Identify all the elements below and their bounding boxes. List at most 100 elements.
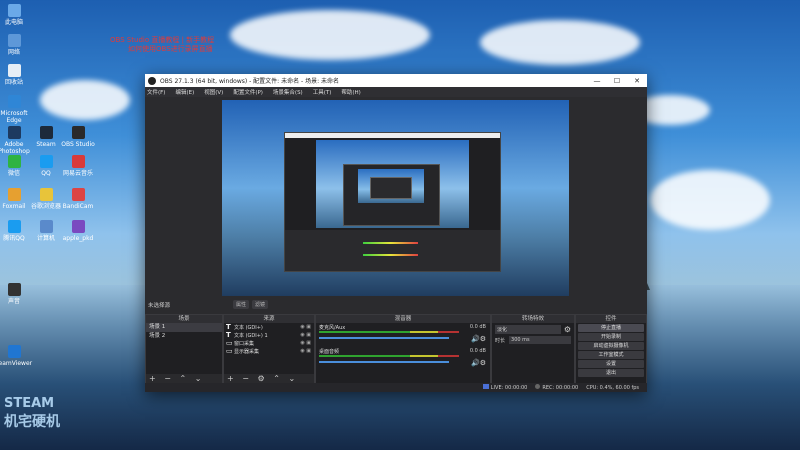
menu-item[interactable]: 文件(F): [147, 88, 165, 96]
dock-title: 混音器: [316, 315, 490, 323]
network-icon: [7, 34, 21, 47]
menu-bar: 文件(F) 编辑(E) 视图(V) 配置文件(P) 场景集合(S) 工具(T) 帮助(H): [145, 87, 647, 97]
properties-button[interactable]: 属性: [233, 300, 250, 309]
scene-item[interactable]: 场景 1: [146, 323, 222, 332]
source-type-icon: T: [226, 331, 231, 339]
source-type-icon: ▭: [226, 347, 233, 355]
desktop-icon[interactable]: Microsoft Edge: [0, 95, 34, 124]
maximize-icon[interactable]: ☐: [607, 77, 627, 85]
duration-label: 时长: [495, 337, 506, 344]
mixer-track[interactable]: 麦克风/Aux 0.0 dB 🔊⚙: [316, 323, 490, 347]
desktop-icon[interactable]: BandiCam: [58, 188, 98, 210]
cloud: [650, 170, 770, 230]
obs-window[interactable]: OBS 27.1.3 (64 bit, windows) - 配置文件: 未命名…: [145, 74, 647, 392]
close-icon[interactable]: ✕: [627, 77, 647, 85]
chrome-icon: [39, 188, 53, 201]
gear-icon[interactable]: ⚙: [564, 325, 571, 334]
recycle-bin-icon: [7, 64, 21, 77]
nested-obs-preview: [284, 132, 501, 272]
filters-button[interactable]: 滤镜: [252, 300, 269, 309]
mixer-dock: 混音器 麦克风/Aux 0.0 dB 🔊⚙ 桌面音频 0.0 dB 🔊⚙: [315, 314, 491, 385]
desktop-icon[interactable]: 回收站: [0, 64, 34, 86]
menu-item[interactable]: 编辑(E): [175, 88, 194, 96]
teamviewer-icon: [7, 345, 21, 358]
desktop-icon[interactable]: TeamViewer: [0, 345, 34, 367]
desktop-icon[interactable]: OBS Studio: [58, 126, 98, 148]
nested-obs-preview: [370, 177, 412, 199]
menu-item[interactable]: 帮助(H): [341, 88, 360, 96]
wechat-icon: [7, 155, 21, 168]
rec-icon: [535, 384, 541, 389]
scene-item[interactable]: 场景 2: [146, 332, 222, 341]
nested-obs-preview: [343, 164, 440, 226]
speaker-icon[interactable]: 🔊⚙: [471, 335, 486, 343]
desktop-icon[interactable]: 此电脑: [0, 4, 34, 26]
control-button[interactable]: 设置: [578, 360, 644, 368]
desktop-icon[interactable]: 网易云音乐: [58, 155, 98, 177]
controls-dock: 控件 停止直播 开始录制 启动虚拟摄像机 工作室模式 设置 退出: [575, 314, 647, 385]
desktop-icon[interactable]: 网络: [0, 34, 34, 56]
audio-icon: [7, 283, 21, 296]
camera-icon: [71, 188, 85, 201]
dock-title: 转场特效: [492, 315, 574, 323]
menu-item[interactable]: 视图(V): [204, 88, 223, 96]
source-type-icon: T: [226, 323, 231, 331]
live-icon: [482, 384, 489, 389]
minimize-icon[interactable]: —: [587, 77, 607, 85]
volume-meter: [319, 331, 459, 333]
photoshop-icon: [7, 126, 21, 139]
edge-icon: [7, 95, 21, 108]
dock-title: 场景: [146, 315, 222, 323]
scenes-dock: 场景 场景 1 场景 2 + − ⌃ ⌄: [145, 314, 223, 385]
source-status-label: 未选择源: [148, 303, 171, 309]
control-button[interactable]: 工作室模式: [578, 351, 644, 359]
transition-select[interactable]: 淡化: [495, 325, 561, 334]
source-item[interactable]: ▭ 窗口采集 ◉ ▣: [224, 339, 314, 347]
obs-icon: [71, 126, 85, 139]
volume-slider[interactable]: [319, 361, 449, 363]
desktop-icon[interactable]: apple_pkd: [58, 220, 98, 242]
computer-icon: [7, 4, 21, 17]
qq-icon: [7, 220, 21, 233]
control-button[interactable]: 开始录制: [578, 333, 644, 341]
red-annotation: 如何使用OBS进行录屏直播: [128, 45, 213, 53]
mail-icon: [7, 188, 21, 201]
app-icon: [71, 220, 85, 233]
cloud: [40, 80, 130, 120]
control-button[interactable]: 启动虚拟摄像机: [578, 342, 644, 350]
sources-dock: 来源 T 文本 (GDI+) ◉ ▣ T 文本 (GDI+) 1 ◉ ▣ ▭ 窗口采集 ◉ ▣ ▭…: [223, 314, 315, 385]
obs-logo-icon: [148, 76, 156, 85]
steam-icon: [39, 126, 53, 139]
qq-icon: [39, 155, 53, 168]
transitions-dock: 转场特效 淡化 ⚙ 时长 300 ms: [491, 314, 575, 385]
menu-item[interactable]: 配置文件(P): [233, 88, 263, 96]
computer-icon: [39, 220, 53, 233]
preview-canvas[interactable]: [222, 100, 569, 296]
status-bar: LIVE: 00:00:00 REC: 00:00:00 CPU: 0.4%, …: [145, 383, 647, 392]
watermark: 机宅硬机: [4, 414, 60, 430]
cpu-fps: CPU: 0.4%, 60.00 fps: [586, 384, 639, 391]
volume-slider[interactable]: [319, 337, 449, 339]
dock-title: 控件: [576, 315, 646, 323]
mixer-track[interactable]: 桌面音频 0.0 dB 🔊⚙: [316, 347, 490, 371]
visibility-lock-icon[interactable]: ◉ ▣: [300, 332, 314, 338]
desktop-icon[interactable]: 声音: [0, 283, 34, 305]
window-titlebar[interactable]: OBS 27.1.3 (64 bit, windows) - 配置文件: 未命名…: [145, 74, 647, 87]
control-button[interactable]: 退出: [578, 369, 644, 377]
source-item[interactable]: T 文本 (GDI+) ◉ ▣: [224, 323, 314, 331]
speaker-icon[interactable]: 🔊⚙: [471, 359, 486, 367]
window-title: OBS 27.1.3 (64 bit, windows) - 配置文件: 未命名…: [160, 78, 340, 85]
cloud: [230, 10, 430, 60]
source-type-icon: ▭: [226, 339, 233, 347]
source-item[interactable]: T 文本 (GDI+) 1 ◉ ▣: [224, 331, 314, 339]
music-icon: [71, 155, 85, 168]
menu-item[interactable]: 场景集合(S): [273, 88, 303, 96]
source-item[interactable]: ▭ 显示器采集 ◉ ▣: [224, 347, 314, 355]
dock-title: 来源: [224, 315, 314, 323]
duration-input[interactable]: 300 ms: [509, 336, 571, 344]
visibility-lock-icon[interactable]: ◉ ▣: [300, 348, 314, 354]
control-button[interactable]: 停止直播: [578, 324, 644, 332]
menu-item[interactable]: 工具(T): [313, 88, 332, 96]
visibility-lock-icon[interactable]: ◉ ▣: [300, 324, 314, 330]
visibility-lock-icon[interactable]: ◉ ▣: [300, 340, 314, 346]
